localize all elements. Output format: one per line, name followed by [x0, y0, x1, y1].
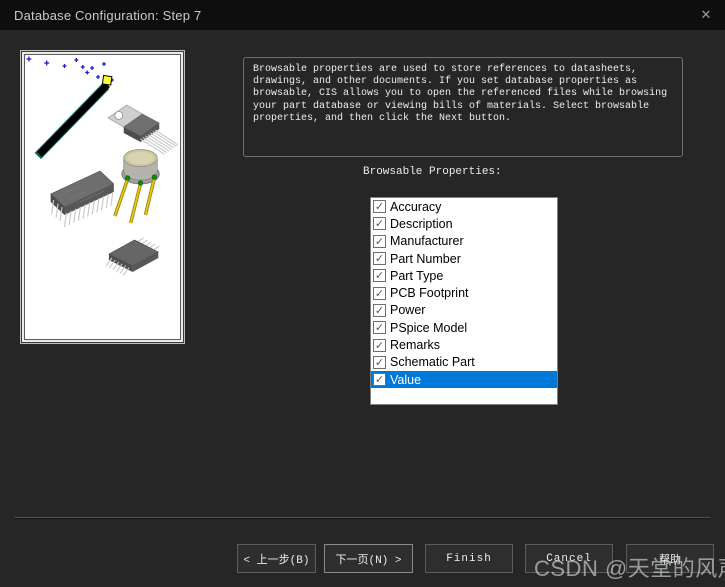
sparkles-icon — [26, 56, 114, 82]
separator-line — [14, 517, 710, 519]
cancel-button-label: Cancel — [546, 552, 592, 565]
listbox-item-accuracy[interactable]: ✓ Accuracy — [371, 198, 557, 215]
checkbox-checked-icon[interactable]: ✓ — [373, 269, 386, 283]
listbox-item-label: Part Type — [390, 268, 444, 283]
listbox-item-value-selected[interactable]: ✓ Value — [371, 370, 557, 389]
wizard-graphic-panel — [20, 50, 185, 344]
next-button-label: 下一页(N) > — [335, 554, 402, 567]
listbox-item-label: Remarks — [390, 338, 441, 353]
wizard-graphic — [24, 54, 181, 340]
cancel-button[interactable]: Cancel — [525, 544, 613, 573]
listbox-item-label: Power — [390, 303, 426, 318]
back-button-label: < 上一步(B) — [243, 554, 310, 567]
listbox-item-part-type[interactable]: ✓ Part Type — [371, 267, 557, 284]
listbox-item-remarks[interactable]: ✓ Remarks — [371, 336, 557, 353]
back-button[interactable]: < 上一步(B) — [237, 544, 316, 573]
listbox-item-schematic-part[interactable]: ✓ Schematic Part — [371, 354, 557, 371]
listbox-item-label: Value — [390, 372, 422, 387]
listbox-item-power[interactable]: ✓ Power — [371, 302, 557, 319]
description-box: Browsable properties are used to store r… — [243, 57, 683, 157]
listbox-item-label: Schematic Part — [390, 355, 475, 370]
listbox-item-label: Part Number — [390, 251, 461, 266]
browsable-properties-label: Browsable Properties: — [363, 166, 502, 178]
checkbox-checked-icon[interactable]: ✓ — [373, 286, 386, 300]
database-configuration-dialog: Database Configuration: Step 7 ✕ Browsab… — [0, 0, 725, 587]
listbox-item-label: PCB Footprint — [390, 286, 469, 301]
checkbox-checked-icon[interactable]: ✓ — [373, 303, 386, 317]
listbox-item-part-number[interactable]: ✓ Part Number — [371, 250, 557, 267]
finish-button[interactable]: Finish — [425, 544, 513, 573]
titlebar: Database Configuration: Step 7 ✕ — [0, 0, 725, 30]
checkbox-checked-icon[interactable]: ✓ — [373, 321, 386, 335]
soic-ic-icon — [105, 237, 160, 276]
checkbox-checked-icon[interactable]: ✓ — [373, 200, 386, 214]
listbox-item-manufacturer[interactable]: ✓ Manufacturer — [371, 233, 557, 250]
to220-transistor-icon — [107, 104, 179, 155]
magic-wand-icon — [34, 74, 113, 160]
listbox-item-description[interactable]: ✓ Description — [371, 215, 557, 232]
checkbox-checked-icon[interactable]: ✓ — [373, 217, 386, 231]
listbox-item-label: PSpice Model — [390, 320, 468, 335]
listbox-item-pspice-model[interactable]: ✓ PSpice Model — [371, 319, 557, 336]
checkbox-checked-icon[interactable]: ✓ — [373, 338, 386, 352]
properties-listbox[interactable]: ✓ Accuracy ✓ Description ✓ Manufacturer … — [370, 197, 558, 405]
dip-ic-icon — [50, 170, 115, 228]
checkbox-checked-icon[interactable]: ✓ — [373, 252, 386, 266]
components-illustration — [26, 56, 179, 276]
listbox-item-label: Manufacturer — [390, 234, 464, 249]
listbox-item-pcb-footprint[interactable]: ✓ PCB Footprint — [371, 284, 557, 301]
next-button[interactable]: 下一页(N) > — [324, 544, 413, 573]
help-button-label: 帮助 — [659, 554, 681, 567]
can-transistor-icon — [113, 149, 160, 224]
close-icon[interactable]: ✕ — [695, 4, 717, 26]
checkbox-checked-icon[interactable]: ✓ — [373, 373, 386, 387]
finish-button-label: Finish — [446, 552, 492, 565]
window-title: Database Configuration: Step 7 — [14, 7, 202, 23]
help-button[interactable]: 帮助 — [626, 544, 714, 573]
description-text: Browsable properties are used to store r… — [253, 64, 668, 124]
listbox-item-label: Description — [390, 216, 453, 231]
checkbox-checked-icon[interactable]: ✓ — [373, 355, 386, 369]
checkbox-checked-icon[interactable]: ✓ — [373, 234, 386, 248]
listbox-item-label: Accuracy — [390, 199, 442, 214]
